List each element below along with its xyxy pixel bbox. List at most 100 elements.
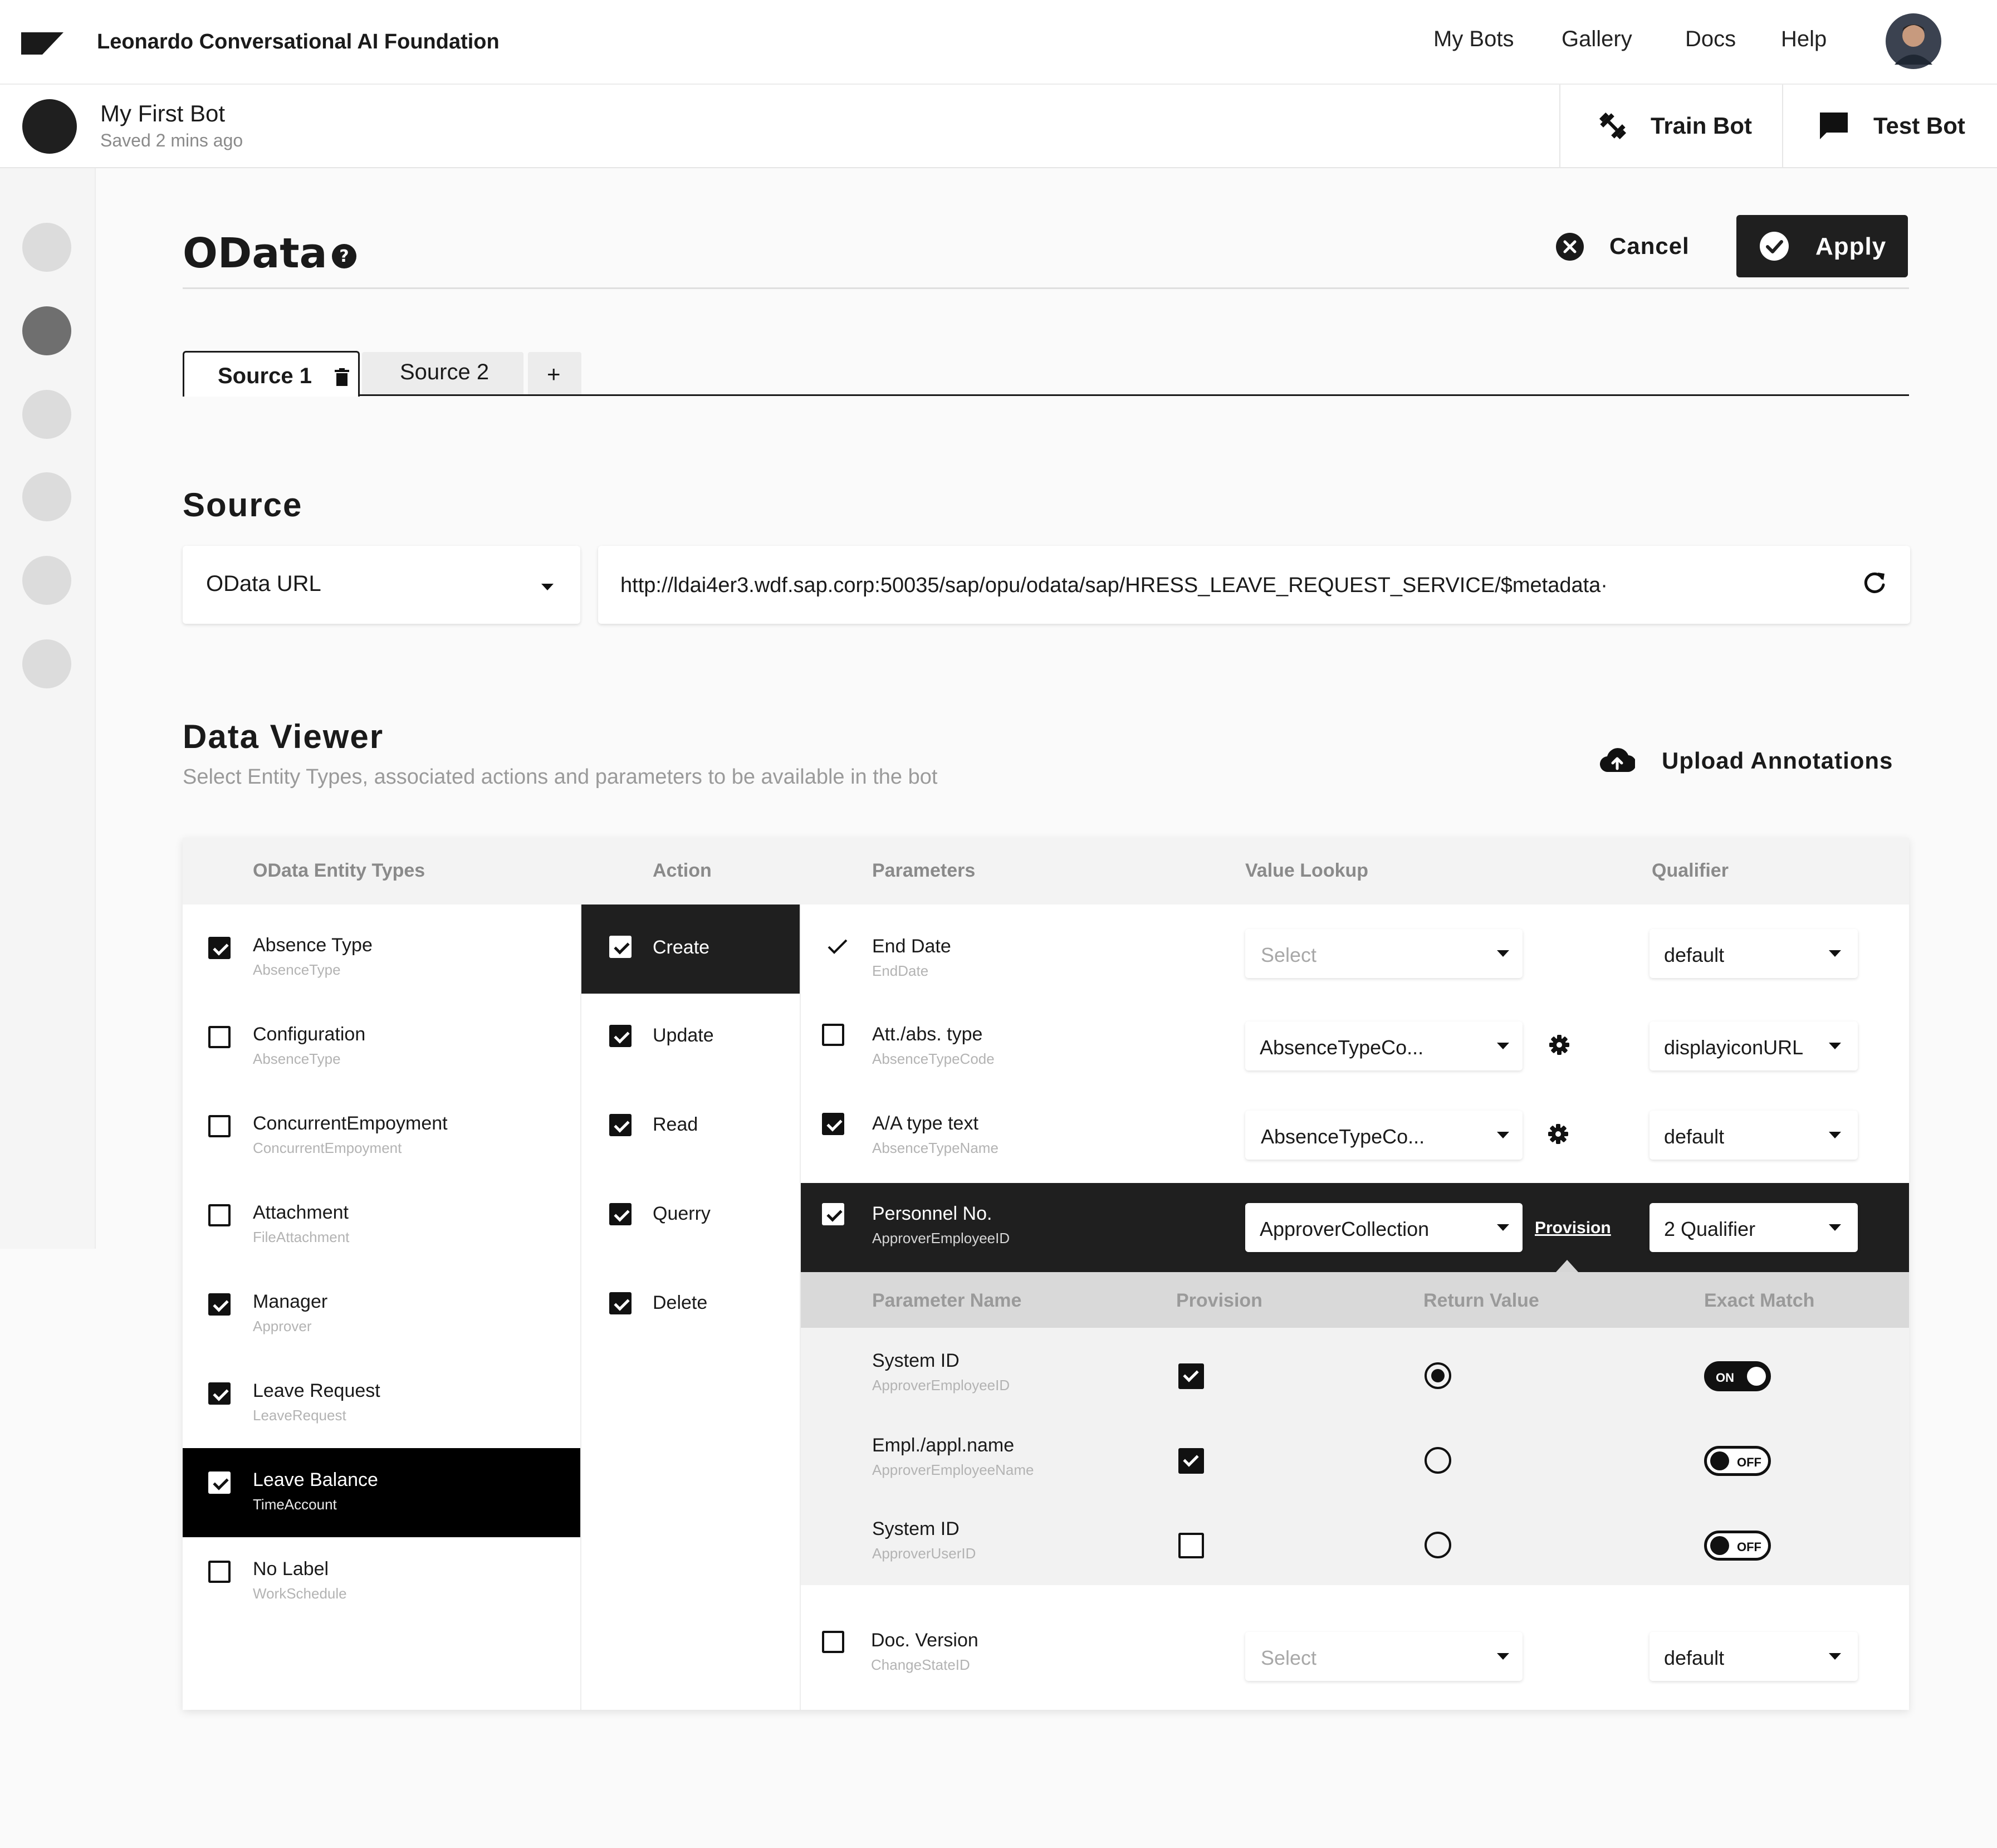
check-icon[interactable] bbox=[826, 938, 849, 956]
parameter-checkbox[interactable] bbox=[822, 1631, 844, 1653]
entity-checkbox[interactable] bbox=[208, 1561, 231, 1583]
parameter-checkbox[interactable] bbox=[822, 1113, 844, 1135]
rail-step-1[interactable] bbox=[22, 223, 71, 272]
return-value-radio[interactable] bbox=[1425, 1362, 1451, 1389]
tab-source-2[interactable]: Source 2 bbox=[362, 352, 523, 394]
column-header-value-lookup: Value Lookup bbox=[1245, 860, 1369, 881]
action-checkbox[interactable] bbox=[609, 1292, 632, 1314]
exact-match-toggle[interactable]: ON bbox=[1704, 1361, 1771, 1391]
action-checkbox[interactable] bbox=[609, 1025, 632, 1047]
parameter-row[interactable]: Att./abs. type AbsenceTypeCode AbsenceTy… bbox=[801, 994, 1909, 1083]
value-lookup-select[interactable]: AbsenceTypeCo... bbox=[1245, 1021, 1523, 1070]
upload-annotations-button[interactable]: Upload Annotations bbox=[1599, 743, 1900, 780]
exact-match-toggle[interactable]: OFF bbox=[1704, 1531, 1771, 1561]
rail-step-6[interactable] bbox=[22, 639, 71, 688]
rail-step-3[interactable] bbox=[22, 390, 71, 439]
action-row[interactable]: Update bbox=[581, 994, 800, 1083]
parameter-checkbox[interactable] bbox=[822, 1203, 844, 1225]
user-avatar[interactable] bbox=[1886, 13, 1941, 69]
action-checkbox[interactable] bbox=[609, 1203, 632, 1225]
source-url-field[interactable]: http://ldai4er3.wdf.sap.corp:50035/sap/o… bbox=[598, 546, 1910, 624]
return-value-radio[interactable] bbox=[1425, 1532, 1451, 1558]
action-row[interactable]: Delete bbox=[581, 1261, 800, 1350]
upload-annotations-label: Upload Annotations bbox=[1662, 747, 1893, 774]
exact-match-toggle[interactable]: OFF bbox=[1704, 1446, 1771, 1476]
entity-row[interactable]: No Label WorkSchedule bbox=[183, 1537, 580, 1626]
entity-checkbox[interactable] bbox=[208, 1204, 231, 1226]
test-bot-button[interactable]: Test Bot bbox=[1783, 85, 1997, 167]
parameter-row[interactable]: A/A type text AbsenceTypeName AbsenceTyp… bbox=[801, 1083, 1909, 1183]
data-viewer-heading: Data Viewer bbox=[183, 718, 384, 755]
return-value-radio[interactable] bbox=[1425, 1447, 1451, 1474]
entity-row[interactable]: Attachment FileAttachment bbox=[183, 1172, 580, 1261]
table-header: OData Entity Types Action Parameters Val… bbox=[183, 838, 1909, 905]
entity-checkbox[interactable] bbox=[208, 1293, 231, 1316]
action-row[interactable]: Read bbox=[581, 1083, 800, 1172]
provision-checkbox[interactable] bbox=[1178, 1533, 1204, 1558]
qualifier-select[interactable]: displayiconURL bbox=[1650, 1021, 1858, 1070]
value-lookup-select[interactable]: ApproverCollection bbox=[1245, 1203, 1523, 1252]
provision-checkbox[interactable] bbox=[1178, 1448, 1204, 1474]
entity-label: Manager bbox=[253, 1291, 328, 1312]
provision-param-label: System ID bbox=[872, 1350, 960, 1371]
entity-row-selected[interactable]: Leave Balance TimeAccount bbox=[183, 1448, 580, 1537]
entity-checkbox[interactable] bbox=[208, 1026, 231, 1048]
parameter-checkbox[interactable] bbox=[822, 1024, 844, 1046]
source-type-select[interactable]: OData URL bbox=[183, 546, 580, 624]
bot-bar: My First Bot Saved 2 mins ago Train Bot … bbox=[0, 85, 1997, 168]
value-lookup-value: AbsenceTypeCo... bbox=[1261, 1125, 1425, 1148]
help-icon[interactable]: ? bbox=[331, 243, 358, 270]
entity-code: TimeAccount bbox=[253, 1496, 337, 1513]
parameter-row[interactable]: Doc. Version ChangeStateID Select defaul… bbox=[801, 1596, 1909, 1697]
gear-icon[interactable] bbox=[1547, 1123, 1569, 1145]
action-checkbox[interactable] bbox=[609, 1114, 632, 1136]
tab-source-1[interactable]: Source 1 bbox=[183, 351, 360, 397]
entity-label: ConcurrentEmpoyment bbox=[253, 1113, 448, 1134]
cancel-label: Cancel bbox=[1609, 233, 1690, 259]
value-lookup-select[interactable]: Select bbox=[1245, 1632, 1523, 1681]
entity-row[interactable]: Absence Type AbsenceType bbox=[183, 905, 580, 994]
qualifier-select[interactable]: default bbox=[1650, 1632, 1858, 1681]
action-checkbox[interactable] bbox=[609, 936, 632, 958]
value-lookup-select[interactable]: AbsenceTypeCo... bbox=[1245, 1111, 1523, 1160]
parameter-row[interactable]: End Date EndDate Select default bbox=[801, 905, 1909, 994]
rail-step-4[interactable] bbox=[22, 472, 71, 521]
source-type-value: OData URL bbox=[206, 571, 321, 596]
rail-step-2[interactable] bbox=[22, 306, 71, 355]
refresh-icon[interactable] bbox=[1861, 569, 1888, 596]
qualifier-select[interactable]: default bbox=[1650, 929, 1858, 978]
nav-help[interactable]: Help bbox=[1781, 27, 1827, 52]
parameter-label: Att./abs. type bbox=[872, 1024, 983, 1045]
qualifier-select[interactable]: default bbox=[1650, 1111, 1858, 1160]
entity-row[interactable]: Manager Approver bbox=[183, 1261, 580, 1350]
nav-docs[interactable]: Docs bbox=[1685, 27, 1736, 52]
provision-link[interactable]: Provision bbox=[1535, 1219, 1611, 1238]
nav-gallery[interactable]: Gallery bbox=[1562, 27, 1632, 52]
chevron-down-icon bbox=[1497, 1224, 1509, 1231]
entity-checkbox[interactable] bbox=[208, 1471, 231, 1494]
cancel-button[interactable]: Cancel bbox=[1551, 228, 1707, 264]
entity-row[interactable]: Configuration AbsenceType bbox=[183, 994, 580, 1083]
entity-row[interactable]: ConcurrentEmpoyment ConcurrentEmpoyment bbox=[183, 1083, 580, 1172]
parameter-label: Personnel No. bbox=[872, 1203, 992, 1224]
gear-icon[interactable] bbox=[1548, 1034, 1570, 1056]
entity-checkbox[interactable] bbox=[208, 937, 231, 959]
action-row[interactable]: Querry bbox=[581, 1172, 800, 1261]
value-lookup-select[interactable]: Select bbox=[1245, 929, 1523, 978]
entity-checkbox[interactable] bbox=[208, 1382, 231, 1405]
source-heading: Source bbox=[183, 486, 303, 524]
provision-param-label: Empl./appl.name bbox=[872, 1435, 1015, 1456]
parameter-row-selected[interactable]: Personnel No. ApproverEmployeeID Approve… bbox=[801, 1183, 1909, 1272]
action-row-selected[interactable]: Create bbox=[581, 905, 800, 994]
add-tab-button[interactable]: + bbox=[528, 352, 581, 394]
qualifier-select[interactable]: 2 Qualifier bbox=[1650, 1203, 1858, 1252]
apply-button[interactable]: Apply bbox=[1736, 215, 1908, 277]
entity-row[interactable]: Leave Request LeaveRequest bbox=[183, 1350, 580, 1439]
nav-my-bots[interactable]: My Bots bbox=[1433, 27, 1514, 52]
entity-checkbox[interactable] bbox=[208, 1115, 231, 1137]
rail-step-5[interactable] bbox=[22, 556, 71, 605]
train-bot-button[interactable]: Train Bot bbox=[1560, 85, 1782, 167]
provision-checkbox[interactable] bbox=[1178, 1363, 1204, 1389]
trash-icon[interactable] bbox=[335, 368, 349, 386]
check-circle-icon bbox=[1760, 232, 1789, 261]
